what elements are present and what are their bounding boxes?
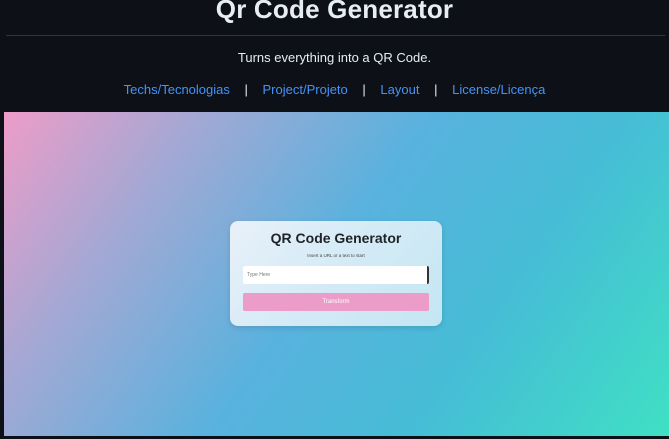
card-hint: Insert a URL or a text to start bbox=[307, 253, 365, 258]
app-preview-image: QR Code Generator Insert a URL or a text… bbox=[4, 112, 669, 436]
nav-separator: | bbox=[244, 82, 248, 97]
title-divider bbox=[6, 35, 665, 36]
readme-page: Qr Code Generator Turns everything into … bbox=[0, 0, 669, 439]
nav-link-license[interactable]: License/Licença bbox=[452, 82, 545, 97]
nav-separator: | bbox=[434, 82, 438, 97]
transform-button[interactable]: Transform bbox=[243, 293, 429, 311]
nav-link-techs[interactable]: Techs/Tecnologias bbox=[124, 82, 230, 97]
url-input[interactable] bbox=[243, 266, 429, 284]
page-title: Qr Code Generator bbox=[215, 0, 454, 24]
card-title: QR Code Generator bbox=[270, 230, 402, 246]
readme-nav: Techs/Tecnologias | Project/Projeto | La… bbox=[0, 82, 669, 97]
nav-separator: | bbox=[362, 82, 366, 97]
page-subtitle: Turns everything into a QR Code. bbox=[237, 50, 432, 65]
nav-link-layout[interactable]: Layout bbox=[380, 82, 419, 97]
qr-generator-card: QR Code Generator Insert a URL or a text… bbox=[230, 221, 442, 326]
nav-link-project[interactable]: Project/Projeto bbox=[263, 82, 348, 97]
